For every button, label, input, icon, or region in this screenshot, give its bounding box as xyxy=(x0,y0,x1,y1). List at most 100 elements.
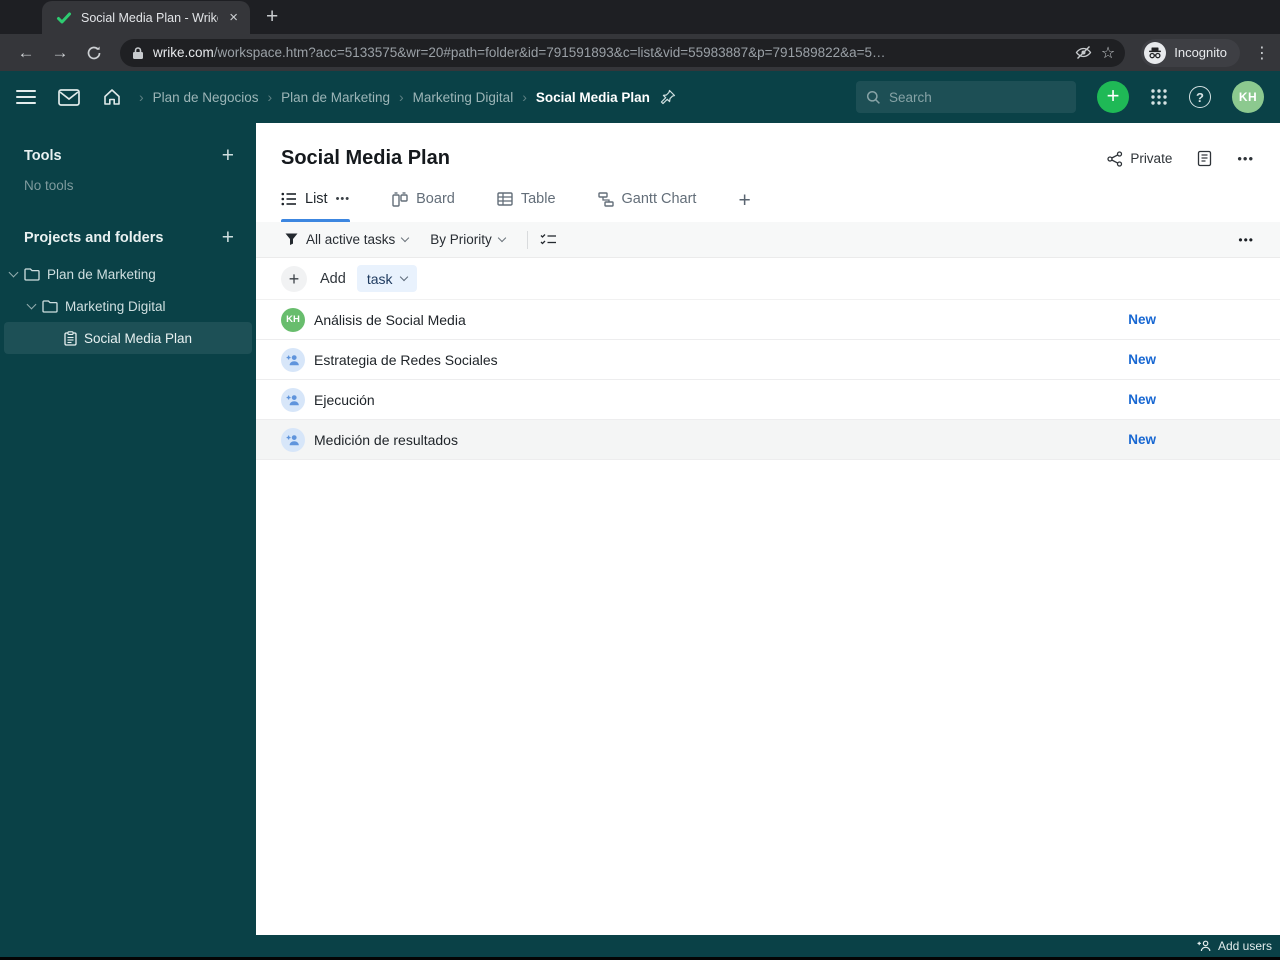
chevron-down-icon[interactable] xyxy=(8,267,19,277)
status-badge[interactable]: New xyxy=(1128,312,1156,327)
folder-item-icon xyxy=(64,330,77,346)
filter-label: All active tasks xyxy=(306,232,396,247)
breadcrumb-sep-icon: › xyxy=(398,89,404,105)
add-label[interactable]: Add xyxy=(320,271,346,287)
task-title[interactable]: Análisis de Social Media xyxy=(314,312,466,328)
home-icon[interactable] xyxy=(102,87,122,107)
add-tool-button[interactable]: + xyxy=(222,145,234,166)
filter-more-icon[interactable]: ••• xyxy=(1238,233,1254,247)
tab-close-icon[interactable]: × xyxy=(227,10,240,25)
board-view-icon xyxy=(392,191,408,207)
tree-item-plan-de-marketing[interactable]: Plan de Marketing xyxy=(0,258,256,290)
forward-button[interactable]: → xyxy=(46,44,74,61)
add-users-button[interactable]: Add users xyxy=(1218,939,1272,953)
breadcrumb-sep-icon: › xyxy=(267,89,273,105)
address-bar[interactable]: wrike.com/workspace.htm?acc=5133575&wr=2… xyxy=(120,38,1126,67)
filter-bar: All active tasks By Priority ••• xyxy=(256,222,1280,258)
sort-dropdown[interactable]: By Priority xyxy=(430,232,507,247)
wrike-app: › Plan de Negocios › Plan de Marketing ›… xyxy=(0,71,1280,960)
apps-grid-icon[interactable] xyxy=(1150,88,1168,106)
sort-label: By Priority xyxy=(430,232,492,247)
share-icon xyxy=(1107,150,1123,167)
search-box[interactable] xyxy=(856,81,1076,113)
add-assignee-icon[interactable] xyxy=(281,387,305,412)
user-avatar[interactable]: KH xyxy=(1232,81,1264,113)
tab-table[interactable]: Table xyxy=(497,191,556,222)
tab-gantt-chart[interactable]: Gantt Chart xyxy=(597,191,697,222)
tab-list[interactable]: List ••• xyxy=(281,191,351,222)
incognito-icon xyxy=(1144,41,1167,64)
app-header: › Plan de Negocios › Plan de Marketing ›… xyxy=(0,71,1280,123)
lock-icon xyxy=(132,46,144,60)
create-new-button[interactable]: + xyxy=(1097,81,1129,113)
task-title[interactable]: Ejecución xyxy=(314,392,375,408)
breadcrumb-sep-icon: › xyxy=(139,89,144,105)
add-users-icon xyxy=(1197,940,1212,952)
tab-title: Social Media Plan - Wrike xyxy=(81,10,219,25)
tree-item-marketing-digital[interactable]: Marketing Digital xyxy=(0,290,256,322)
status-badge[interactable]: New xyxy=(1128,392,1156,407)
hamburger-menu-icon[interactable] xyxy=(16,90,36,104)
browser-toolbar: ← → wrike.com/workspace.htm?acc=5133575&… xyxy=(0,34,1280,71)
main-header-actions: Private ••• xyxy=(1107,150,1254,167)
url-path: /workspace.htm?acc=5133575&wr=20#path=fo… xyxy=(213,45,886,60)
add-task-button[interactable]: + xyxy=(281,265,307,292)
fields-checklist-icon[interactable] xyxy=(540,233,557,247)
add-project-button[interactable]: + xyxy=(222,227,234,248)
assignee-avatar[interactable]: KH xyxy=(281,307,305,332)
status-badge[interactable]: New xyxy=(1128,432,1156,447)
chevron-down-icon xyxy=(497,233,507,243)
add-assignee-icon[interactable] xyxy=(281,427,305,452)
breadcrumb-item[interactable]: Marketing Digital xyxy=(413,90,514,105)
help-icon[interactable]: ? xyxy=(1189,86,1211,108)
project-tree: Plan de Marketing Marketing Digital Soci… xyxy=(0,258,256,354)
pin-icon[interactable] xyxy=(660,89,676,105)
breadcrumb-sep-icon: › xyxy=(522,89,527,105)
back-button[interactable]: ← xyxy=(12,44,40,61)
app-body: Tools + No tools Projects and folders + … xyxy=(0,123,1280,935)
chevron-down-icon xyxy=(399,272,408,282)
clipboard-icon[interactable] xyxy=(1197,150,1212,167)
chevron-down-icon[interactable] xyxy=(26,299,37,309)
inbox-mail-icon[interactable] xyxy=(58,88,80,106)
divider xyxy=(526,230,528,249)
task-row[interactable]: KH Análisis de Social Media New xyxy=(256,300,1280,340)
list-view-icon xyxy=(281,192,296,206)
breadcrumb: › Plan de Negocios › Plan de Marketing ›… xyxy=(130,89,676,105)
add-view-button[interactable]: + xyxy=(738,190,750,222)
add-assignee-icon[interactable] xyxy=(281,347,305,372)
new-tab-button[interactable]: + xyxy=(266,6,278,27)
browser-menu-icon[interactable]: ⋮ xyxy=(1254,43,1270,63)
reload-button[interactable] xyxy=(80,45,108,61)
no-tools-label: No tools xyxy=(24,178,74,193)
search-input[interactable] xyxy=(889,89,1066,105)
browser-tab[interactable]: Social Media Plan - Wrike × xyxy=(42,1,250,34)
eye-off-icon[interactable] xyxy=(1075,44,1092,61)
breadcrumb-item[interactable]: Plan de Negocios xyxy=(153,90,259,105)
share-private-button[interactable]: Private xyxy=(1107,150,1172,167)
more-options-icon[interactable]: ••• xyxy=(1237,151,1254,166)
task-row[interactable]: Ejecución New xyxy=(256,380,1280,420)
tab-options-icon[interactable]: ••• xyxy=(336,193,351,205)
tab-label: Gantt Chart xyxy=(621,191,697,207)
tab-label: List xyxy=(305,191,328,207)
breadcrumb-current[interactable]: Social Media Plan xyxy=(536,90,650,105)
tools-title: Tools xyxy=(24,147,62,164)
task-title[interactable]: Medición de resultados xyxy=(314,432,458,448)
tools-section-header: Tools + xyxy=(0,145,256,166)
status-badge[interactable]: New xyxy=(1128,352,1156,367)
filter-dropdown[interactable]: All active tasks xyxy=(306,232,410,247)
incognito-badge: Incognito xyxy=(1141,38,1240,67)
task-row[interactable]: Estrategia de Redes Sociales New xyxy=(256,340,1280,380)
tab-board[interactable]: Board xyxy=(392,191,455,222)
bookmark-star-icon[interactable]: ☆ xyxy=(1101,43,1115,63)
browser-tabstrip: Social Media Plan - Wrike × + xyxy=(0,0,1280,34)
task-row[interactable]: Medición de resultados New xyxy=(256,420,1280,460)
task-title[interactable]: Estrategia de Redes Sociales xyxy=(314,352,498,368)
breadcrumb-item[interactable]: Plan de Marketing xyxy=(281,90,390,105)
view-tabs: List ••• Board Table Gantt Chart + xyxy=(256,180,1280,222)
folder-icon xyxy=(42,300,58,313)
chevron-down-icon xyxy=(401,233,410,243)
add-type-dropdown[interactable]: task xyxy=(356,265,417,292)
tree-item-social-media-plan[interactable]: Social Media Plan xyxy=(4,322,252,354)
